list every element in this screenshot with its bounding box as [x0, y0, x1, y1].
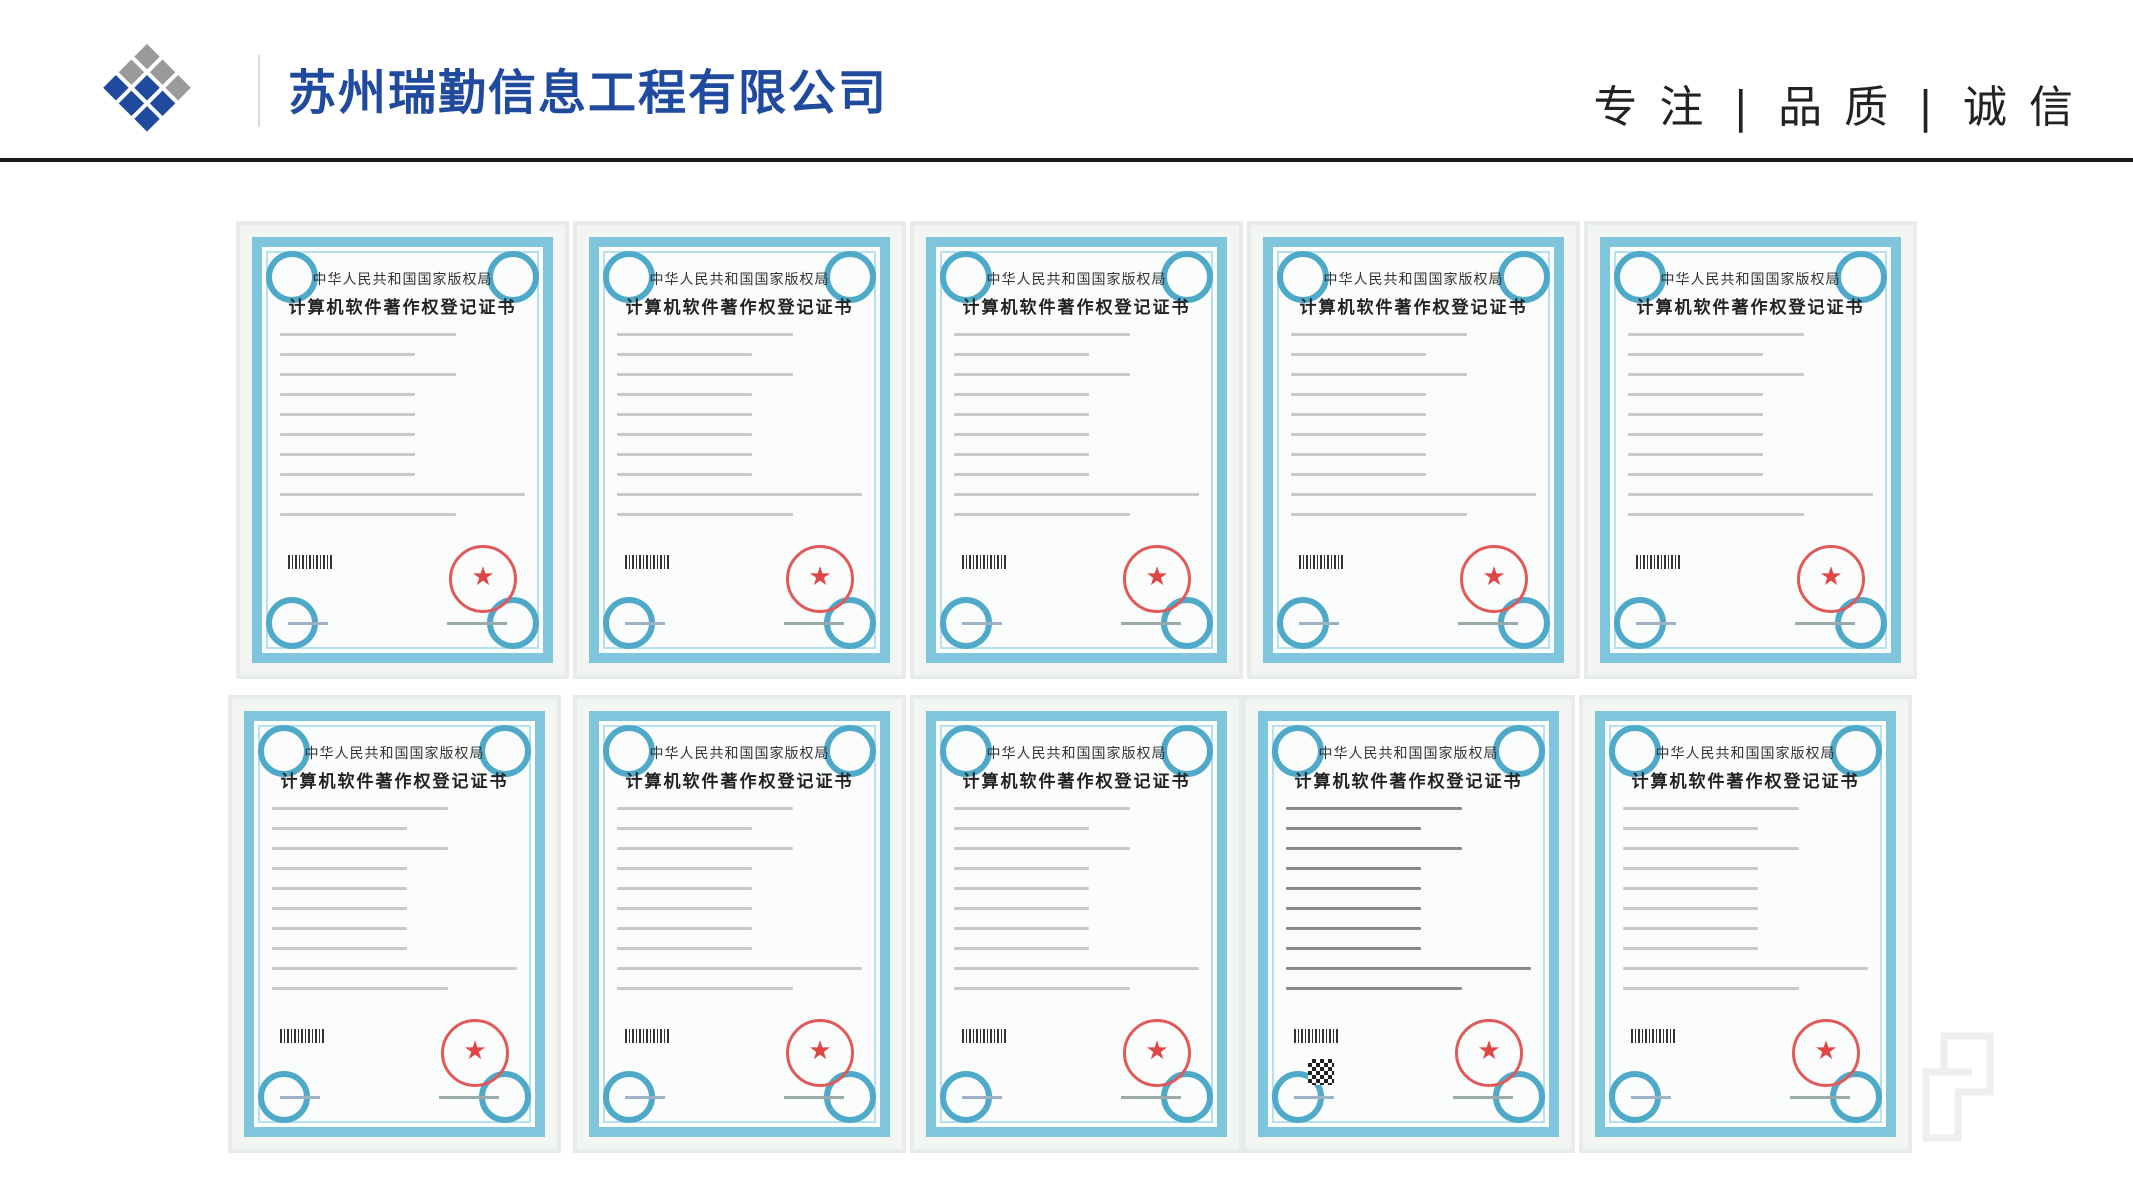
certificate-title: 计算机软件著作权登记证书	[625, 772, 854, 792]
certificate-card: 中华人民共和国国家版权局 计算机软件著作权登记证书	[232, 699, 557, 1149]
red-seal-icon	[1123, 1019, 1191, 1087]
qr-code-icon	[1308, 1059, 1334, 1085]
red-seal-icon	[1460, 545, 1528, 613]
certificate-issuer: 中华人民共和国国家版权局	[649, 746, 830, 762]
certificate-issuer: 中华人民共和国国家版权局	[1318, 746, 1499, 762]
company-name: 苏州瑞勤信息工程有限公司	[288, 65, 889, 121]
barcode-icon	[625, 555, 669, 569]
diamond-grid-logo-icon	[103, 43, 191, 132]
barcode-icon	[962, 555, 1006, 569]
slogan-word-integrity: 诚信	[1963, 82, 2095, 133]
certificate-title: 计算机软件著作权登记证书	[962, 772, 1191, 792]
bracket-watermark-icon	[1922, 1032, 1994, 1142]
barcode-icon	[280, 1029, 324, 1043]
certificate-issuer: 中华人民共和国国家版权局	[304, 746, 485, 762]
barcode-icon	[1631, 1029, 1675, 1043]
barcode-icon	[962, 1029, 1006, 1043]
header-rule	[0, 158, 2133, 162]
slogan-word-focus: 专注	[1593, 82, 1726, 133]
certificate-issuer: 中华人民共和国国家版权局	[1323, 272, 1504, 288]
certificate-card: 中华人民共和国国家版权局 计算机软件著作权登记证书	[577, 225, 902, 675]
certificate-card: 中华人民共和国国家版权局 计算机软件著作权登记证书	[577, 699, 902, 1149]
certificate-card: 中华人民共和国国家版权局 计算机软件著作权登记证书	[1588, 225, 1913, 675]
slogan-separator: |	[1918, 82, 1955, 133]
red-seal-icon	[1797, 545, 1865, 613]
certificate-title: 计算机软件著作权登记证书	[280, 772, 509, 792]
red-seal-icon	[449, 545, 517, 613]
header-divider	[258, 55, 260, 127]
red-seal-icon	[1455, 1019, 1523, 1087]
barcode-icon	[1294, 1029, 1338, 1043]
certificate-title: 计算机软件著作权登记证书	[962, 298, 1191, 318]
certificate-card: 中华人民共和国国家版权局 计算机软件著作权登记证书	[914, 225, 1239, 675]
certificate-issuer: 中华人民共和国国家版权局	[986, 272, 1167, 288]
certificate-title: 计算机软件著作权登记证书	[625, 298, 854, 318]
certificate-title: 计算机软件著作权登记证书	[1636, 298, 1865, 318]
barcode-icon	[1636, 555, 1680, 569]
certificate-card: 中华人民共和国国家版权局 计算机软件著作权登记证书	[1251, 225, 1576, 675]
red-seal-icon	[441, 1019, 509, 1087]
red-seal-icon	[1123, 545, 1191, 613]
barcode-icon	[1299, 555, 1343, 569]
barcode-icon	[288, 555, 332, 569]
slogan-separator: |	[1733, 82, 1771, 133]
certificate-issuer: 中华人民共和国国家版权局	[1655, 746, 1836, 762]
slogan: 专注 | 品质 | 诚信	[1593, 80, 2095, 136]
certificate-issuer: 中华人民共和国国家版权局	[986, 746, 1167, 762]
certificate-issuer: 中华人民共和国国家版权局	[1660, 272, 1841, 288]
barcode-icon	[625, 1029, 669, 1043]
certificate-issuer: 中华人民共和国国家版权局	[649, 272, 830, 288]
page-header: 苏州瑞勤信息工程有限公司 专注 | 品质 | 诚信	[0, 0, 2133, 162]
certificate-title: 计算机软件著作权登记证书	[288, 298, 517, 318]
red-seal-icon	[1792, 1019, 1860, 1087]
certificate-title: 计算机软件著作权登记证书	[1631, 772, 1860, 792]
certificate-title: 计算机软件著作权登记证书	[1299, 298, 1528, 318]
certificate-card: 中华人民共和国国家版权局 计算机软件著作权登记证书	[1583, 699, 1908, 1149]
certificate-card: 中华人民共和国国家版权局 计算机软件著作权登记证书	[240, 225, 565, 675]
certificate-card: 中华人民共和国国家版权局 计算机软件著作权登记证书	[1246, 699, 1571, 1149]
red-seal-icon	[786, 1019, 854, 1087]
certificate-title: 计算机软件著作权登记证书	[1294, 772, 1523, 792]
slogan-word-quality: 品质	[1778, 82, 1911, 133]
certificate-issuer: 中华人民共和国国家版权局	[312, 272, 493, 288]
certificate-card: 中华人民共和国国家版权局 计算机软件著作权登记证书	[914, 699, 1239, 1149]
red-seal-icon	[786, 545, 854, 613]
